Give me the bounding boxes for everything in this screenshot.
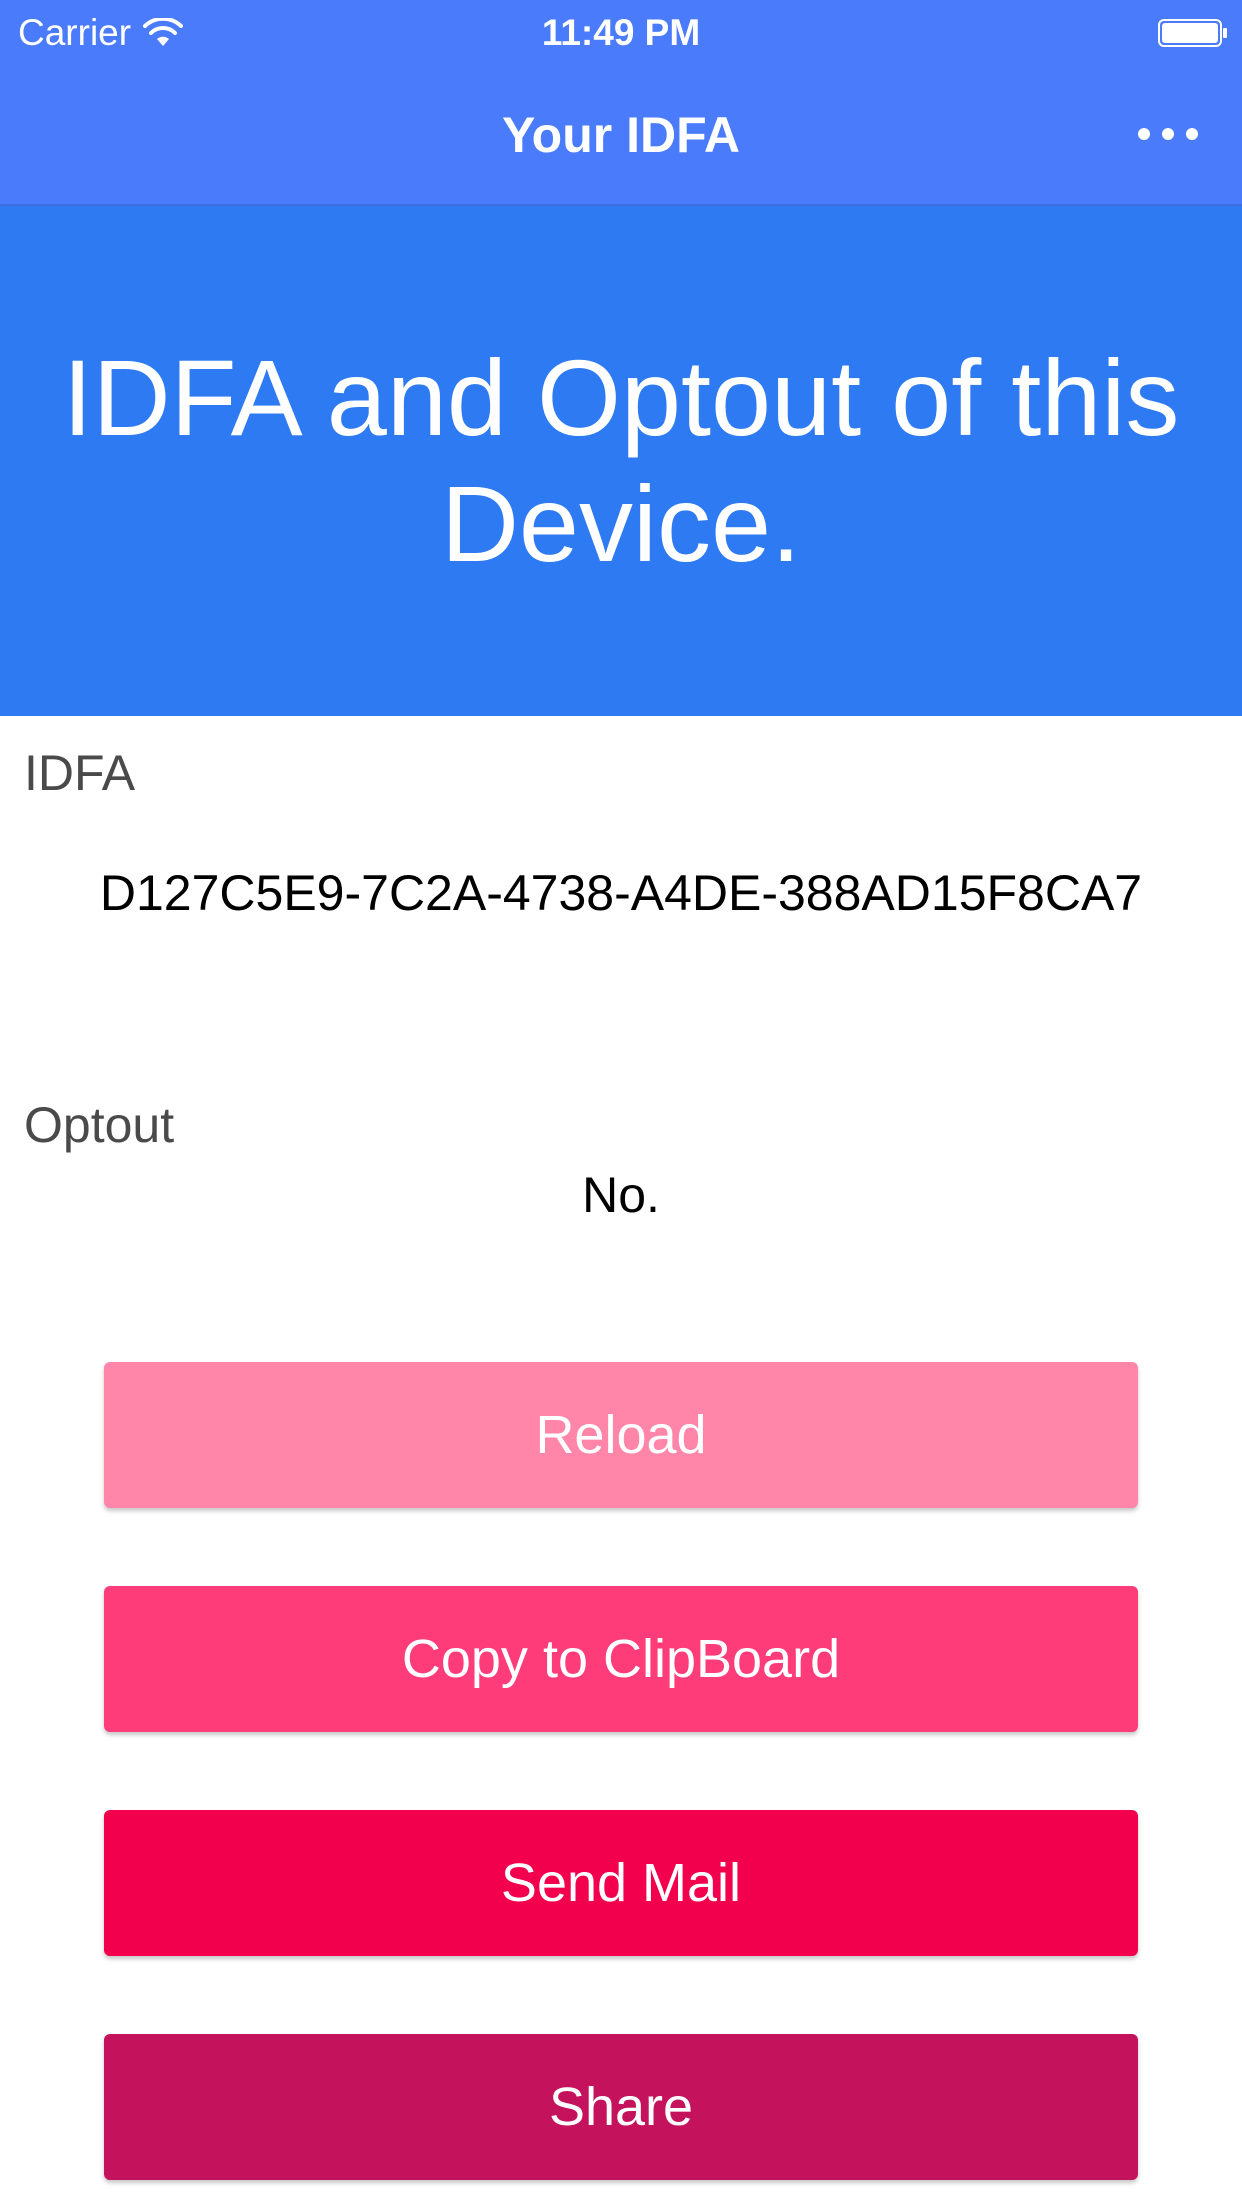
more-dot — [1162, 128, 1174, 140]
reload-button[interactable]: Reload — [104, 1362, 1138, 1508]
share-button[interactable]: Share — [104, 2034, 1138, 2180]
hero-heading: IDFA and Optout of this Device. — [62, 337, 1180, 584]
more-dot — [1138, 128, 1150, 140]
idfa-value: D127C5E9-7C2A-4738-A4DE-388AD15F8CA7 — [99, 865, 1143, 921]
status-time: 11:49 PM — [541, 12, 701, 53]
optout-value: No. — [582, 1167, 660, 1223]
more-options-icon[interactable] — [1138, 114, 1198, 154]
status-bar: Carrier 11:49 PM — [0, 0, 1242, 66]
optout-label: Optout — [24, 1097, 175, 1153]
copy-to-clipboard-button[interactable]: Copy to ClipBoard — [104, 1586, 1138, 1732]
battery-icon — [1158, 19, 1227, 47]
page-title: Your IDFA — [502, 107, 740, 163]
hero-banner: IDFA and Optout of this Device. — [0, 206, 1242, 716]
send-mail-button[interactable]: Send Mail — [104, 1810, 1138, 1956]
screen: Carrier 11:49 PM Your IDFA IDFA and Opto… — [0, 0, 1242, 2208]
idfa-label: IDFA — [24, 745, 136, 801]
more-dot — [1186, 128, 1198, 140]
navigation-bar: Your IDFA — [0, 66, 1242, 206]
